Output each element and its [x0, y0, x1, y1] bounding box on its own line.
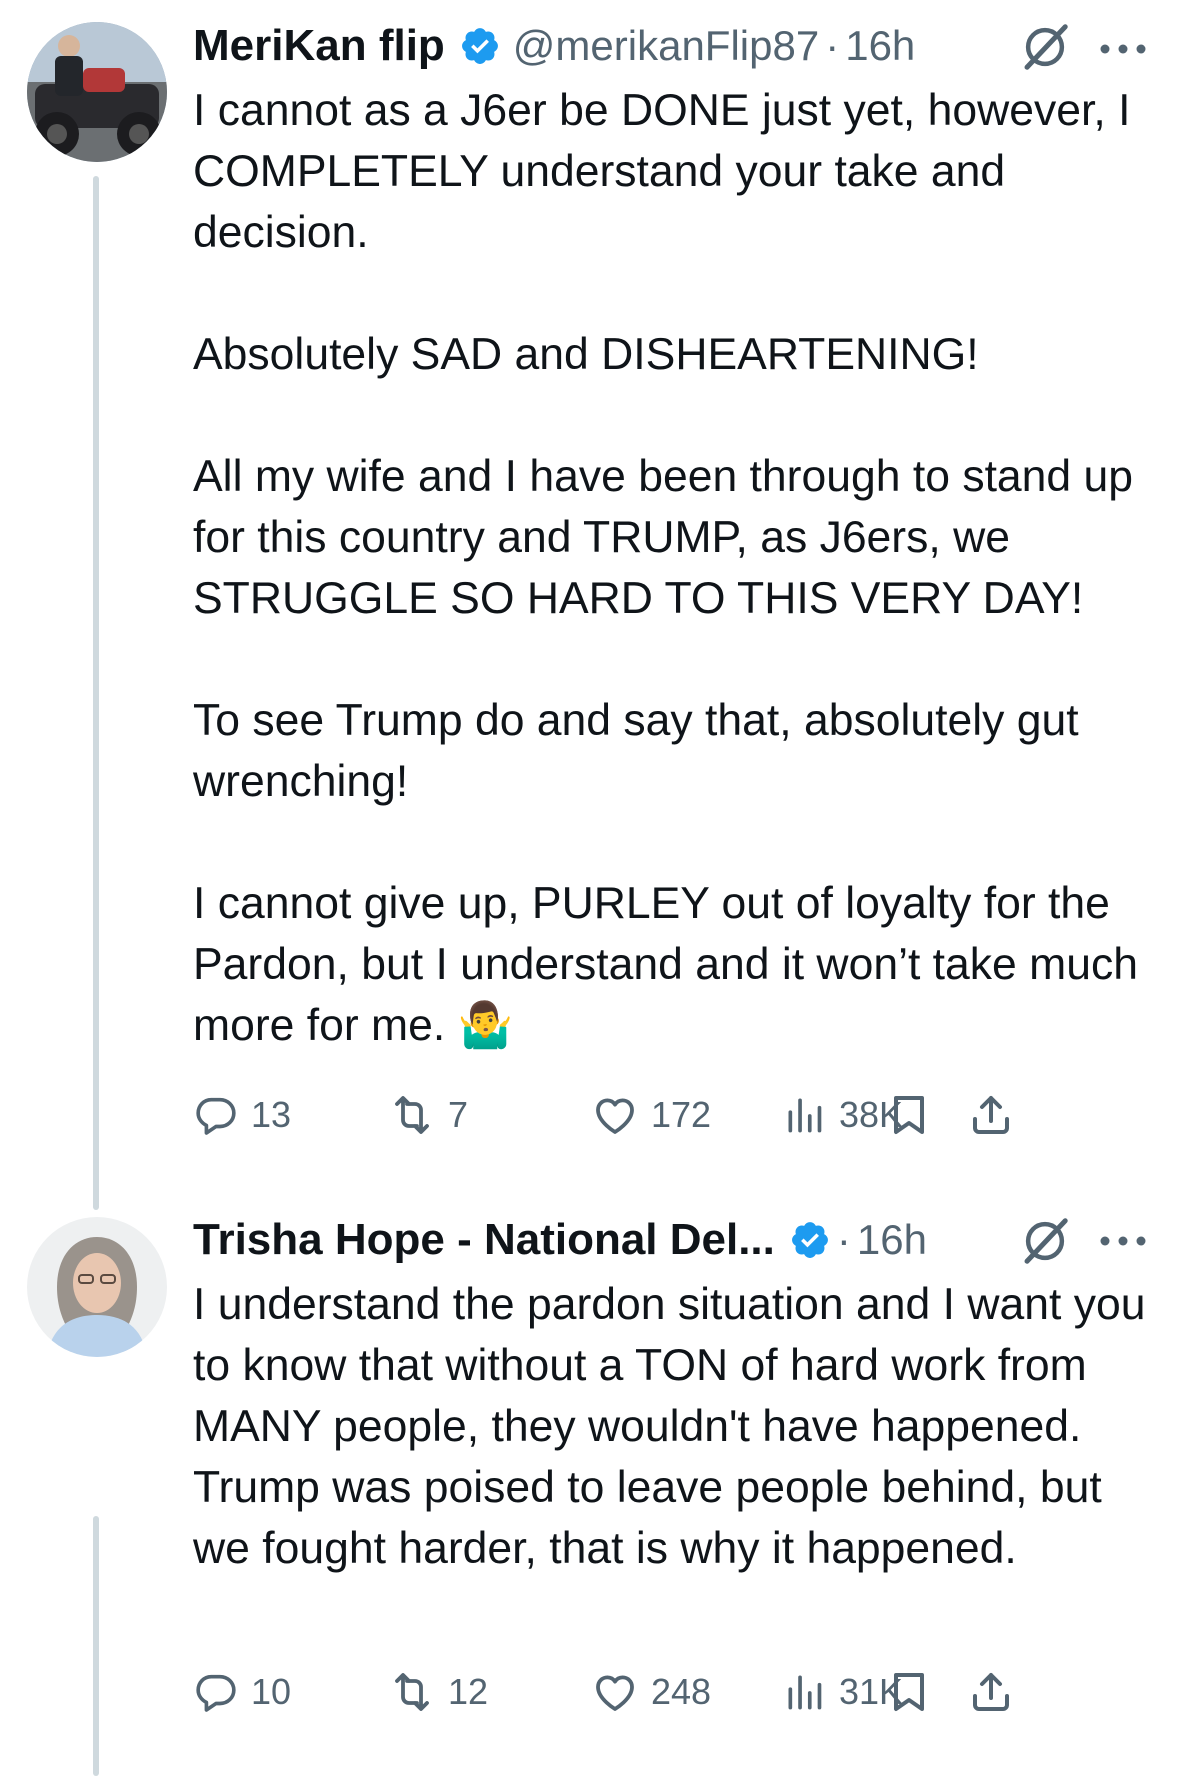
separator-dot: · [825, 22, 840, 69]
repost-icon [395, 1096, 429, 1134]
grok-icon[interactable] [1018, 1214, 1072, 1268]
avatar[interactable] [27, 1217, 167, 1357]
verified-badge-icon [791, 1222, 828, 1258]
tweet[interactable]: MeriKan flip @merikanFlip87 · 16h I cann… [0, 0, 1179, 1210]
share-icon [973, 1673, 1009, 1711]
thread-line [93, 176, 99, 1210]
like-icon [596, 1675, 634, 1711]
share-button[interactable] [967, 1085, 1015, 1145]
tweet-text: I cannot as a J6er be DONE just yet, how… [193, 86, 1138, 1050]
reply-button[interactable]: 13 [193, 1085, 291, 1145]
like-button[interactable]: 248 [591, 1662, 711, 1722]
timestamp[interactable]: 16h [857, 1216, 927, 1264]
repost-button[interactable]: 12 [388, 1662, 488, 1722]
avatar-photo [27, 1217, 167, 1357]
grok-icon[interactable] [1018, 20, 1072, 74]
repost-count: 12 [448, 1671, 489, 1712]
tweet-actions: 10 12 248 31K [193, 1662, 1179, 1722]
reply-count: 13 [251, 1094, 292, 1135]
repost-icon [395, 1673, 429, 1711]
bookmark-icon [894, 1096, 924, 1134]
tweet-text: I understand the pardon situation and I … [193, 1280, 1146, 1573]
bookmark-button[interactable] [885, 1662, 933, 1722]
avatar-photo [27, 22, 167, 162]
share-button[interactable] [967, 1662, 1015, 1722]
tweet[interactable]: Trisha Hope - National Del... · 16h I un… [0, 1210, 1179, 1776]
like-icon [596, 1098, 634, 1134]
tweet-actions: 13 7 172 38K [193, 1085, 1179, 1145]
bookmark-icon [894, 1673, 924, 1711]
share-icon [973, 1096, 1009, 1134]
reply-icon [196, 1097, 236, 1135]
avatar[interactable] [27, 22, 167, 162]
repost-button[interactable]: 7 [388, 1085, 468, 1145]
author-handle[interactable]: @merikanFlip87 [513, 22, 819, 70]
reply-button[interactable]: 10 [193, 1662, 291, 1722]
views-icon [788, 1098, 822, 1133]
separator-dot: · [836, 1216, 851, 1263]
repost-count: 7 [448, 1094, 469, 1135]
reply-count: 10 [251, 1671, 292, 1712]
more-icon[interactable] [1098, 42, 1148, 56]
author-name[interactable]: MeriKan flip [193, 21, 445, 71]
bookmark-button[interactable] [885, 1085, 933, 1145]
like-count: 248 [651, 1671, 712, 1712]
more-icon[interactable] [1098, 1234, 1148, 1248]
like-button[interactable]: 172 [591, 1085, 711, 1145]
verified-badge-icon [461, 28, 498, 64]
timestamp[interactable]: 16h [845, 22, 915, 70]
author-name[interactable]: Trisha Hope - National Del... [193, 1215, 775, 1265]
reply-icon [196, 1674, 236, 1712]
views-icon [788, 1675, 822, 1710]
thread-line [93, 1516, 99, 1776]
like-count: 172 [651, 1094, 712, 1135]
